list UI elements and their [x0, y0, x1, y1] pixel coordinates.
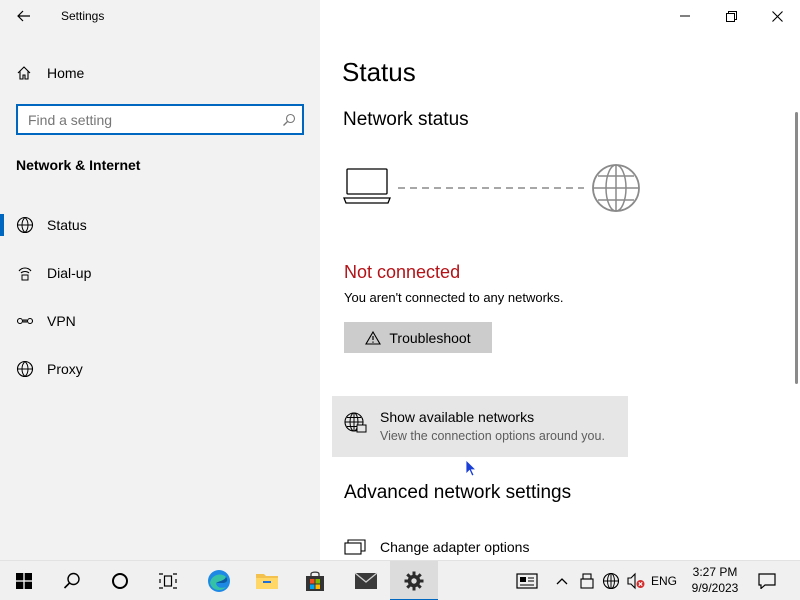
taskbar: ENG 3:27 PM 9/9/2023 — [0, 560, 800, 600]
device-tray-button[interactable] — [577, 561, 597, 600]
selected-indicator — [0, 214, 4, 236]
sidebar-item-status[interactable]: Status — [0, 208, 320, 242]
status-icon — [15, 216, 35, 234]
network-diagram — [343, 164, 640, 212]
warning-icon — [365, 330, 382, 345]
show-networks-subtitle: View the connection options around you. — [380, 429, 605, 443]
task-view-button[interactable] — [144, 561, 192, 600]
action-center-button[interactable] — [752, 561, 782, 600]
sidebar: Settings Home Network & Internet Status … — [0, 0, 320, 560]
store-button[interactable] — [291, 561, 339, 600]
network-globe-icon — [343, 411, 367, 440]
globe-icon — [592, 164, 640, 212]
dialup-icon — [15, 264, 35, 282]
file-explorer-button[interactable] — [243, 561, 291, 600]
connection-state: Not connected — [344, 262, 461, 282]
proxy-icon — [15, 360, 35, 378]
show-networks-title: Show available networks — [380, 409, 535, 425]
edge-browser-icon — [208, 570, 230, 592]
sidebar-item-label: VPN — [47, 313, 76, 329]
usb-device-icon — [580, 573, 594, 589]
troubleshoot-label: Troubleshoot — [389, 329, 471, 346]
mouse-cursor-icon — [465, 459, 477, 477]
scrollbar[interactable] — [795, 112, 798, 384]
volume-muted-icon — [627, 572, 645, 590]
home-icon — [14, 65, 34, 81]
folder-icon — [256, 574, 278, 589]
connection-description: You aren't connected to any networks. — [344, 290, 564, 305]
back-button[interactable] — [10, 4, 38, 28]
settings-taskbar-button[interactable] — [390, 561, 438, 600]
show-available-networks[interactable]: Show available networks View the connect… — [332, 396, 628, 457]
search-input[interactable] — [18, 106, 276, 133]
adapter-label: Change adapter options — [380, 539, 530, 555]
section-title: Network & Internet — [16, 157, 141, 173]
advanced-heading: Advanced network settings — [344, 482, 572, 503]
language-indicator[interactable]: ENG — [648, 561, 680, 600]
news-widget-button[interactable] — [512, 561, 542, 600]
page-title: Status — [342, 57, 416, 87]
cortana-button[interactable] — [96, 561, 144, 600]
laptop-icon — [343, 168, 391, 204]
change-adapter-options-link[interactable]: Change adapter options — [344, 536, 529, 558]
volume-tray-button[interactable] — [624, 561, 648, 600]
clock[interactable]: 3:27 PM 9/9/2023 — [688, 564, 742, 596]
clock-date: 9/9/2023 — [691, 581, 739, 595]
network-status-heading: Network status — [343, 109, 469, 130]
close-button[interactable] — [754, 0, 800, 32]
sidebar-item-dialup[interactable]: Dial-up — [0, 256, 320, 290]
search-icon — [276, 113, 302, 127]
sidebar-item-label: Status — [47, 217, 87, 233]
windows-logo-icon — [16, 573, 32, 589]
sidebar-item-vpn[interactable]: VPN — [0, 304, 320, 338]
search-box[interactable] — [16, 104, 304, 135]
start-button[interactable] — [0, 561, 48, 600]
gear-icon — [404, 571, 424, 591]
show-hidden-icons-button[interactable] — [552, 561, 572, 600]
task-view-icon — [159, 573, 177, 589]
mail-button[interactable] — [342, 561, 390, 600]
cortana-icon — [112, 573, 128, 589]
close-icon — [771, 10, 783, 22]
edge-button[interactable] — [195, 561, 243, 600]
restore-button[interactable] — [708, 0, 754, 32]
sidebar-item-label: Dial-up — [47, 265, 92, 281]
sidebar-item-label: Proxy — [47, 361, 83, 377]
minimize-button[interactable] — [662, 0, 708, 32]
chevron-up-icon — [556, 578, 568, 585]
taskbar-search-button[interactable] — [48, 561, 96, 600]
home-label: Home — [47, 65, 85, 81]
mail-icon — [354, 572, 378, 589]
troubleshoot-button[interactable]: Troubleshoot — [344, 322, 492, 353]
minimize-icon — [680, 15, 690, 17]
restore-icon — [725, 10, 737, 22]
monitor-icon — [344, 538, 368, 556]
store-icon — [306, 571, 324, 591]
home-nav-item[interactable]: Home — [14, 62, 84, 84]
network-globe-icon — [602, 572, 620, 590]
network-tray-button[interactable] — [600, 561, 622, 600]
app-title: Settings — [61, 9, 105, 23]
sidebar-item-proxy[interactable]: Proxy — [0, 352, 320, 386]
vpn-icon — [15, 312, 35, 330]
back-arrow-icon — [17, 10, 30, 22]
clock-time: 3:27 PM — [692, 565, 738, 579]
search-icon — [63, 572, 80, 589]
news-icon — [516, 573, 538, 589]
notification-icon — [758, 573, 776, 589]
